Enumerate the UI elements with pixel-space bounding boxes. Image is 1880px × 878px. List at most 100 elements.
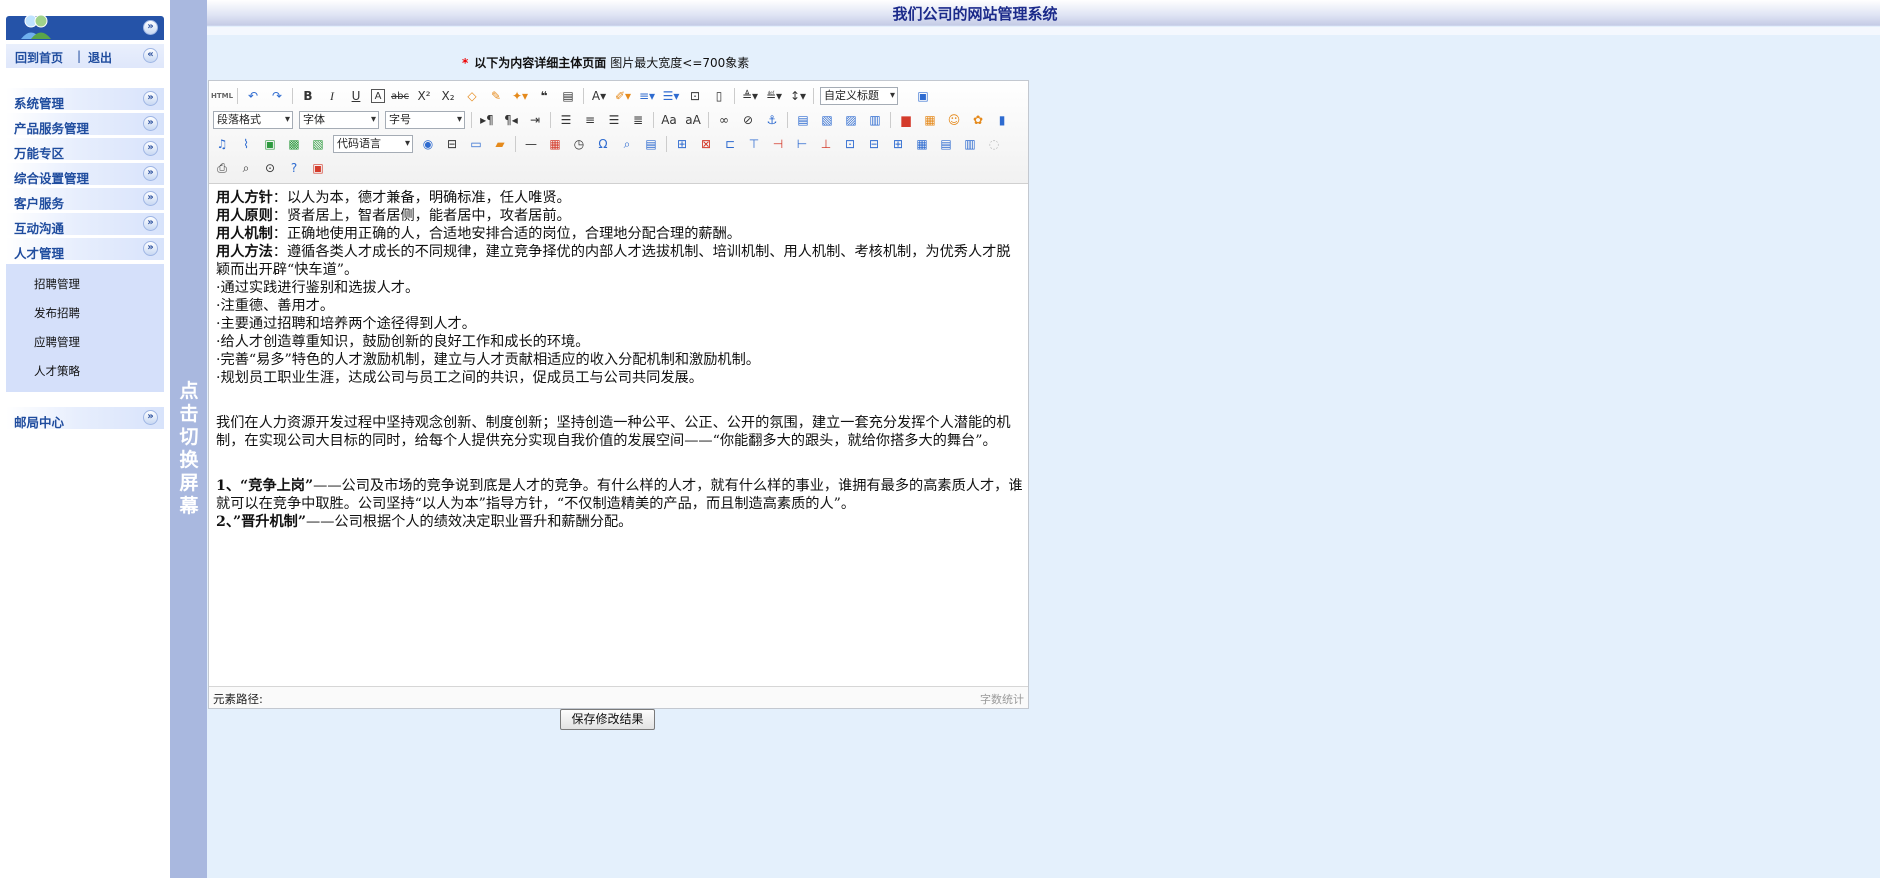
scrawl-icon[interactable]: ✿ xyxy=(969,111,987,129)
sidebar-item-mail[interactable]: 邮局中心 » xyxy=(6,407,164,430)
multi-image-icon[interactable]: ▦ xyxy=(921,111,939,129)
format-brush-icon[interactable]: ✎ xyxy=(487,87,505,105)
auto-format-icon[interactable]: ✦▾ xyxy=(511,87,529,105)
sidebar-item-interaction[interactable]: 互动沟通 » xyxy=(6,213,164,236)
html-source-icon[interactable]: HTML xyxy=(211,87,233,105)
chevron-down-icon[interactable]: » xyxy=(143,241,158,256)
row-spacing-bottom-icon[interactable]: ≝▾ xyxy=(765,87,783,105)
emotion-icon[interactable]: ☺ xyxy=(945,111,963,129)
video-icon[interactable]: ▮ xyxy=(993,111,1011,129)
print-icon[interactable]: ⎙ xyxy=(213,159,231,177)
clear-doc-icon[interactable]: ▯ xyxy=(710,87,728,105)
charts-icon[interactable]: ◌ xyxy=(985,135,1003,153)
merge-right-icon[interactable]: ⊟ xyxy=(865,135,883,153)
logout-link[interactable]: 退出 xyxy=(88,49,112,66)
unordered-list-icon[interactable]: ☰▾ xyxy=(662,87,680,105)
align-justify-icon[interactable]: ≣ xyxy=(629,111,647,129)
insert-image-icon[interactable]: ▆ xyxy=(897,111,915,129)
date-icon[interactable]: ▦ xyxy=(546,135,564,153)
line-height-icon[interactable]: ↕▾ xyxy=(789,87,807,105)
background-icon[interactable]: ▭ xyxy=(467,135,485,153)
anchor-icon[interactable]: ⚓ xyxy=(763,111,781,129)
unlink-icon[interactable]: ⊘ xyxy=(739,111,757,129)
sidebar-item-products[interactable]: 产品服务管理 » xyxy=(6,113,164,136)
attachment-icon[interactable]: ⌇ xyxy=(237,135,255,153)
background-color-icon[interactable]: ✐▾ xyxy=(614,87,632,105)
chevron-down-icon[interactable]: » xyxy=(143,166,158,181)
font-color-icon[interactable]: A▾ xyxy=(590,87,608,105)
align-right-icon[interactable]: ☰ xyxy=(605,111,623,129)
hide-sidebar-icon[interactable]: « xyxy=(143,48,158,63)
split-rows-icon[interactable]: ▤ xyxy=(937,135,955,153)
select-all-icon[interactable]: ⊡ xyxy=(686,87,704,105)
font-size-select[interactable]: 字号 xyxy=(385,111,465,129)
image-manager-icon[interactable]: ▣ xyxy=(261,135,279,153)
editor-content[interactable]: 用人方针：以人为本，德才兼备，明确标准，任人唯贤。 用人原则：贤者居上，智者居侧… xyxy=(216,189,1024,531)
font-border-icon[interactable]: A xyxy=(371,89,385,103)
delete-table-icon[interactable]: ⊠ xyxy=(697,135,715,153)
indent-icon[interactable]: ⇥ xyxy=(526,111,544,129)
horizontal-rule-icon[interactable]: — xyxy=(522,135,540,153)
switch-screen-bar[interactable]: 点击切换屏幕 xyxy=(170,0,207,878)
sidebar-item-talent[interactable]: 人才管理 » xyxy=(6,238,164,261)
rtl-icon[interactable]: ¶◂ xyxy=(502,111,520,129)
help-icon[interactable]: ? xyxy=(285,159,303,177)
image-float-left-icon[interactable]: ▧ xyxy=(818,111,836,129)
blockquote-icon[interactable]: ❝ xyxy=(535,87,553,105)
align-center-icon[interactable]: ≡ xyxy=(581,111,599,129)
merge-cells-icon[interactable]: ⊡ xyxy=(841,135,859,153)
image-float-none-icon[interactable]: ▤ xyxy=(794,111,812,129)
italic-icon[interactable]: I xyxy=(323,87,341,105)
underline-icon[interactable]: U xyxy=(347,87,365,105)
paragraph-format-select[interactable]: 段落格式 xyxy=(213,111,293,129)
custom-heading-select[interactable]: 自定义标题 xyxy=(820,87,898,105)
submenu-item-recruit-manage[interactable]: 招聘管理 xyxy=(34,276,80,292)
insert-col-icon[interactable]: ⊢ xyxy=(793,135,811,153)
ordered-list-icon[interactable]: ≡▾ xyxy=(638,87,656,105)
submenu-item-talent-strategy[interactable]: 人才策略 xyxy=(34,363,80,379)
split-cols-icon[interactable]: ▥ xyxy=(961,135,979,153)
paste-text-icon[interactable]: ▤ xyxy=(559,87,577,105)
time-icon[interactable]: ◷ xyxy=(570,135,588,153)
superscript-icon[interactable]: X² xyxy=(415,87,433,105)
strikethrough-icon[interactable]: abc xyxy=(391,87,409,105)
ltr-icon[interactable]: ▸¶ xyxy=(478,111,496,129)
map-icon[interactable]: ▩ xyxy=(285,135,303,153)
preview-icon[interactable]: ▤ xyxy=(642,135,660,153)
chevron-down-icon[interactable]: » xyxy=(143,116,158,131)
chevron-down-icon[interactable]: » xyxy=(143,216,158,231)
sidebar-item-system[interactable]: 系统管理 » xyxy=(6,88,164,111)
chevron-down-icon[interactable]: » xyxy=(143,191,158,206)
bold-icon[interactable]: B xyxy=(299,87,317,105)
sidebar-item-settings[interactable]: 综合设置管理 » xyxy=(6,163,164,186)
music-icon[interactable]: ♫ xyxy=(213,135,231,153)
align-left-icon[interactable]: ☰ xyxy=(557,111,575,129)
template-icon[interactable]: ▧ xyxy=(309,135,327,153)
chevron-down-icon[interactable]: » xyxy=(143,141,158,156)
web-image-icon[interactable]: ◉ xyxy=(419,135,437,153)
submenu-item-applicants[interactable]: 应聘管理 xyxy=(34,334,80,350)
sidebar-item-universal[interactable]: 万能专区 » xyxy=(6,138,164,161)
page-break-icon[interactable]: ⊟ xyxy=(443,135,461,153)
save-button[interactable]: 保存修改结果 xyxy=(560,709,655,730)
link-icon[interactable]: ∞ xyxy=(715,111,733,129)
undo-icon[interactable]: ↶ xyxy=(244,87,262,105)
search-replace-icon[interactable]: ⌕ xyxy=(618,135,636,153)
delete-row-icon[interactable]: ⊣ xyxy=(769,135,787,153)
home-link[interactable]: 回到首页 xyxy=(15,49,63,66)
insert-para-before-table-icon[interactable]: ⊏ xyxy=(721,135,739,153)
collapse-all-icon[interactable]: » xyxy=(143,20,158,35)
submenu-item-post-recruit[interactable]: 发布招聘 xyxy=(34,305,80,321)
delete-col-icon[interactable]: ⊥ xyxy=(817,135,835,153)
image-center-icon[interactable]: ▥ xyxy=(866,111,884,129)
redo-icon[interactable]: ↷ xyxy=(268,87,286,105)
special-char-icon[interactable]: Ω xyxy=(594,135,612,153)
chevron-down-icon[interactable]: » xyxy=(143,410,158,425)
word-image-icon[interactable]: ▰ xyxy=(491,135,509,153)
chevron-down-icon[interactable]: » xyxy=(143,91,158,106)
eraser-icon[interactable]: ◇ xyxy=(463,87,481,105)
rich-text-editor[interactable]: HTML ↶ ↷ B I U A abc X² X₂ ◇ ✎ ✦▾ ❝ ▤ A▾… xyxy=(208,80,1029,709)
insert-table-icon[interactable]: ⊞ xyxy=(673,135,691,153)
row-spacing-top-icon[interactable]: ≜▾ xyxy=(741,87,759,105)
subscript-icon[interactable]: X₂ xyxy=(439,87,457,105)
